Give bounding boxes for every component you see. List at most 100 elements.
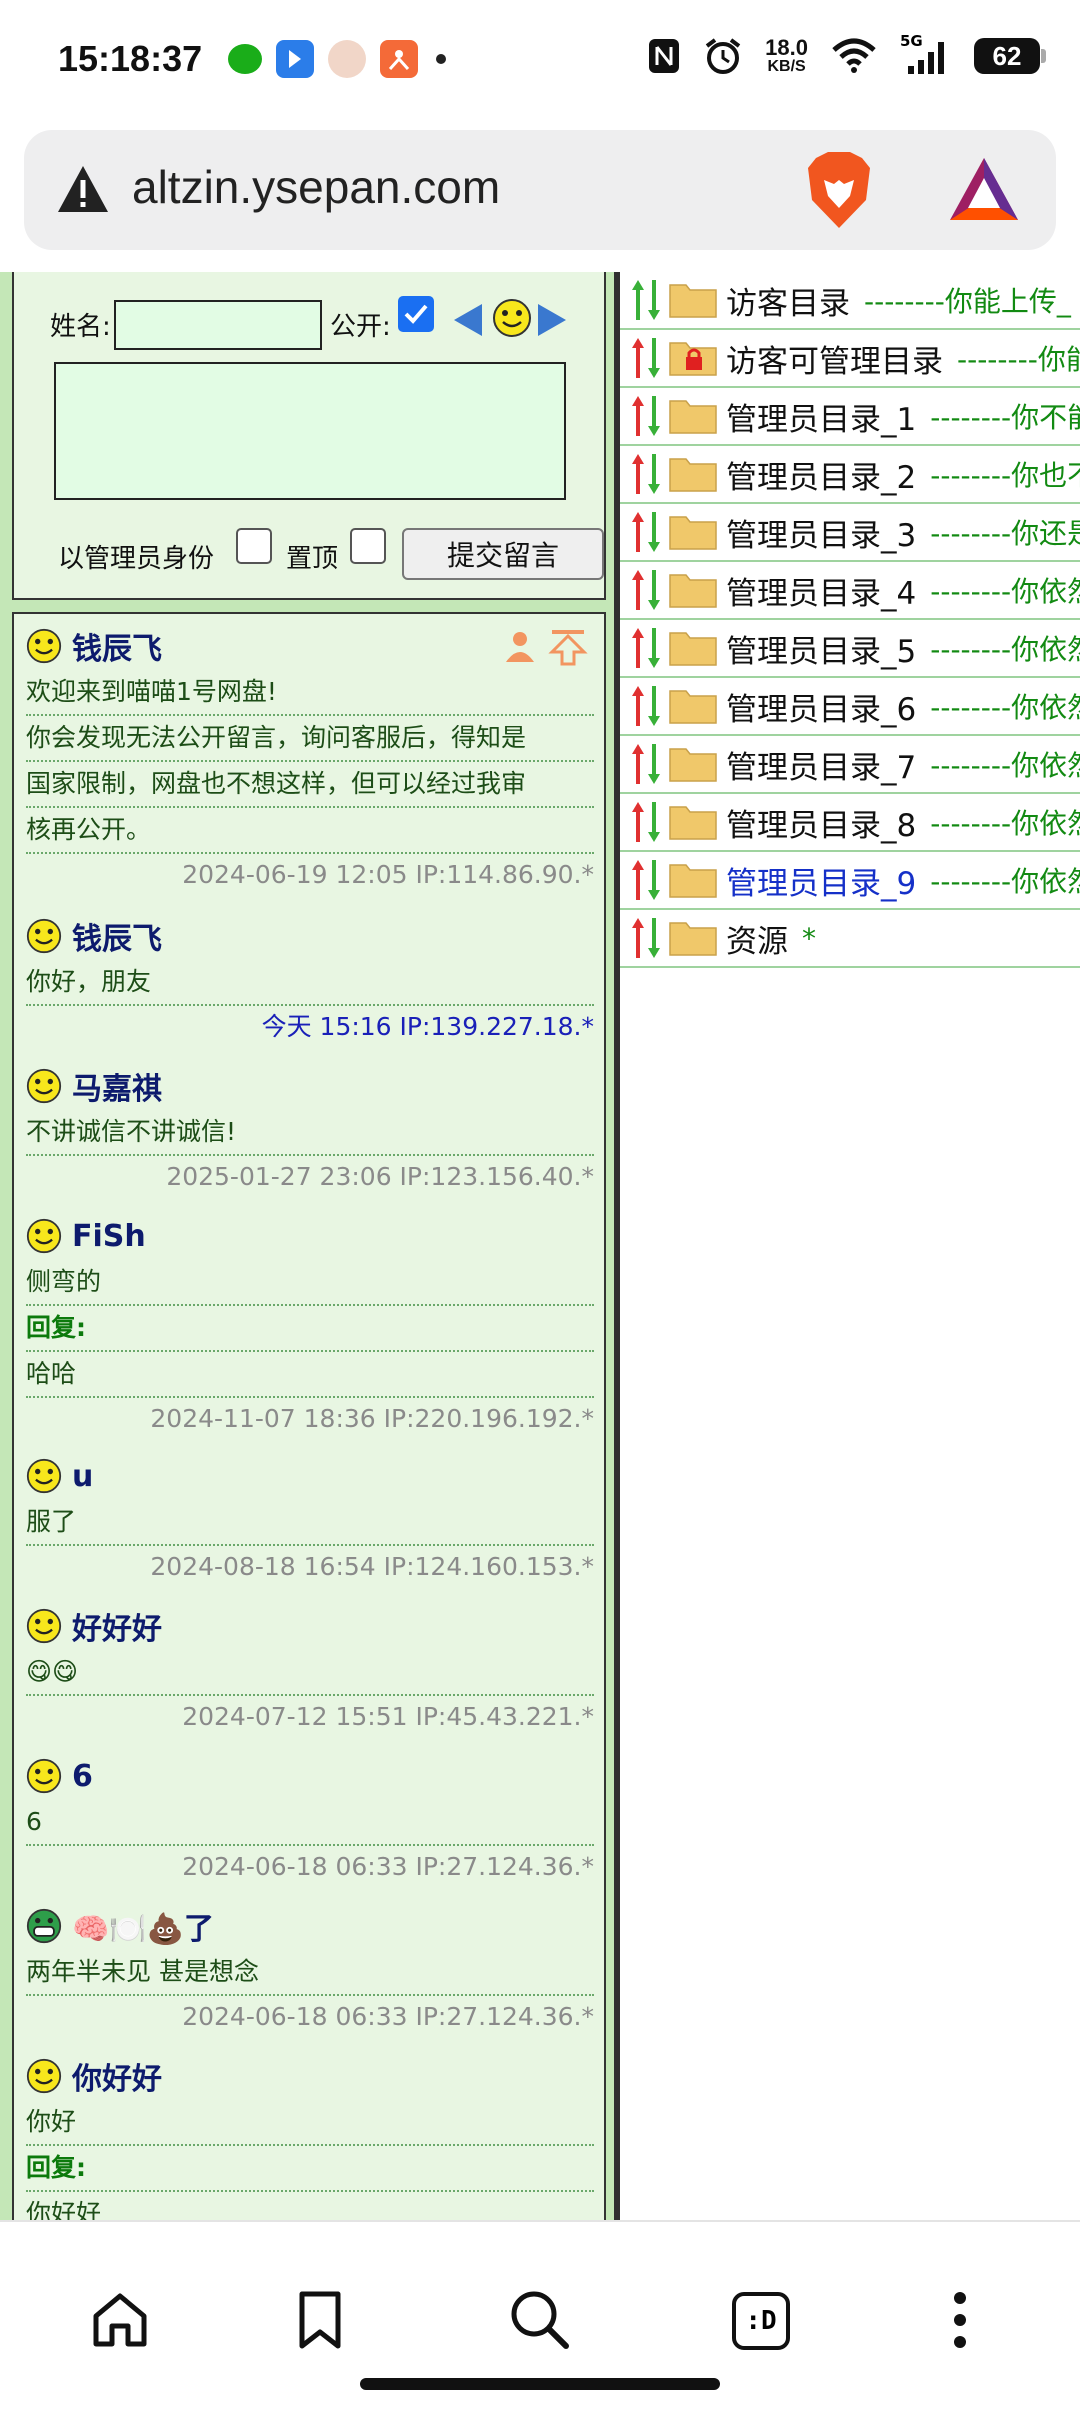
directory-name[interactable]: 访客可管理目录 [726, 336, 943, 381]
folder-icon [669, 806, 717, 840]
message-author: FiSh [72, 1218, 146, 1254]
pin-top-icon[interactable] [548, 628, 588, 666]
reply-text: 哈哈 [26, 1352, 594, 1398]
message-item: 好好好 😋😋 2024-07-12 15:51 IP:45.43.221.* [26, 1602, 594, 1738]
message-text: 侧弯的 [26, 1260, 594, 1306]
message-timestamp: 2024-11-07 18:36 IP:220.196.192.* [150, 1404, 594, 1433]
directory-desc: --------你能 [957, 343, 1080, 376]
web-content: 姓名: 公开: 以管理员身份 置顶 提交留言 钱辰飞 欢迎来到喵喵1号网盘! 你… [0, 272, 1080, 2220]
wechat-icon [228, 44, 262, 74]
message-text: 6 [26, 1800, 594, 1846]
message-list: 钱辰飞 欢迎来到喵喵1号网盘! 你会发现无法公开留言，询问客服后，得知是 国家限… [12, 612, 606, 2220]
smiley-avatar-icon [26, 1068, 62, 1104]
sort-arrows-icon[interactable] [626, 798, 666, 846]
public-checkbox[interactable] [398, 296, 434, 332]
tabs-button[interactable]: :D [732, 2292, 790, 2350]
address-bar[interactable]: altzin.ysepan.com [24, 130, 1056, 250]
folder-icon [669, 458, 717, 492]
sort-arrows-icon[interactable] [626, 392, 666, 440]
message-author: 马嘉祺 [72, 1072, 162, 1107]
directory-name[interactable]: 管理员目录_9 [726, 858, 916, 903]
directory-row[interactable]: 管理员目录_4 --------你依然 [620, 562, 1080, 620]
sort-arrows-icon[interactable] [626, 450, 666, 498]
message-textarea[interactable] [54, 362, 566, 500]
folder-icon [669, 748, 717, 782]
message-timestamp: 2024-07-12 15:51 IP:45.43.221.* [182, 1702, 594, 1731]
directory-desc: --------你依然 [930, 865, 1080, 898]
home-icon[interactable] [88, 2288, 152, 2352]
more-notifications-dot [436, 54, 446, 64]
directory-name[interactable]: 管理员目录_4 [726, 568, 916, 613]
sort-arrows-icon[interactable] [626, 566, 666, 614]
url-text[interactable]: altzin.ysepan.com [132, 160, 500, 214]
directory-name[interactable]: 访客目录 [726, 278, 850, 323]
directory-row[interactable]: 资源 * [620, 910, 1080, 968]
pin-checkbox[interactable] [350, 528, 386, 564]
home-indicator[interactable] [360, 2378, 720, 2390]
admin-checkbox[interactable] [236, 528, 272, 564]
next-emoji-icon[interactable] [538, 304, 566, 336]
smiley-avatar-icon [26, 628, 62, 664]
warning-icon[interactable] [56, 164, 110, 214]
directory-name[interactable]: 管理员目录_5 [726, 626, 916, 671]
directory-desc: --------你依然 [930, 633, 1080, 666]
sort-arrows-icon[interactable] [626, 914, 666, 962]
directory-row[interactable]: 管理员目录_5 --------你依然 [620, 620, 1080, 678]
directory-name[interactable]: 管理员目录_6 [726, 684, 916, 729]
message-item: 你好好 你好 回复: 你好好 [26, 2052, 594, 2220]
directory-name[interactable]: 资源 [726, 916, 788, 961]
folder-icon [669, 864, 717, 898]
directory-desc: --------你能上传_ [864, 285, 1071, 318]
directory-name[interactable]: 管理员目录_7 [726, 742, 916, 787]
directory-name[interactable]: 管理员目录_2 [726, 452, 916, 497]
message-author: 你好好 [72, 2062, 162, 2097]
sort-arrows-icon[interactable] [626, 334, 666, 382]
more-menu-icon[interactable] [932, 2288, 988, 2352]
directory-row[interactable]: 管理员目录_9 --------你依然 [620, 852, 1080, 910]
directory-name[interactable]: 管理员目录_3 [726, 510, 916, 555]
sort-arrows-icon[interactable] [626, 682, 666, 730]
directory-row[interactable]: 管理员目录_2 --------你也不 [620, 446, 1080, 504]
directory-name[interactable]: 管理员目录_1 [726, 394, 916, 439]
admin-user-icon[interactable] [502, 628, 538, 664]
search-icon[interactable] [508, 2288, 572, 2352]
smiley-avatar-icon [26, 1758, 62, 1794]
directory-row[interactable]: 管理员目录_3 --------你还是 [620, 504, 1080, 562]
smiley-picker-icon[interactable] [492, 298, 532, 338]
submit-message-button[interactable]: 提交留言 [402, 528, 604, 580]
message-item: 🧠🍽️💩了 两年半未见 甚是想念 2024-06-18 06:33 IP:27.… [26, 1902, 594, 2038]
message-text: 国家限制，网盘也不想这样，但可以经过我审 [26, 762, 594, 808]
directory-desc: --------你依然 [930, 807, 1080, 840]
sort-arrows-icon[interactable] [626, 276, 666, 324]
sort-arrows-icon[interactable] [626, 740, 666, 788]
prev-emoji-icon[interactable] [454, 304, 482, 336]
brave-lion-icon[interactable] [804, 150, 874, 230]
name-label: 姓名: [50, 312, 111, 342]
network-speed: 18.0 KB/S [765, 35, 808, 75]
message-author: u [72, 1458, 94, 1494]
sort-arrows-icon[interactable] [626, 508, 666, 556]
directory-row[interactable]: 管理员目录_1 --------你不能 [620, 388, 1080, 446]
message-author: 🧠🍽️💩了 [72, 1912, 215, 1947]
sort-arrows-icon[interactable] [626, 856, 666, 904]
status-right: 18.0 KB/S 5G 62 [647, 32, 1046, 76]
directory-row[interactable]: 管理员目录_7 --------你依然 [620, 736, 1080, 794]
directory-row[interactable]: 访客可管理目录 --------你能 [620, 330, 1080, 388]
message-timestamp: 2024-06-18 06:33 IP:27.124.36.* [182, 1852, 594, 1881]
directory-desc: * [802, 921, 816, 955]
name-input[interactable] [114, 300, 322, 350]
message-text: 你好，朋友 [26, 960, 594, 1006]
directory-row[interactable]: 访客目录 --------你能上传_ [620, 272, 1080, 330]
directory-row[interactable]: 管理员目录_8 --------你依然 [620, 794, 1080, 852]
directory-name[interactable]: 管理员目录_8 [726, 800, 916, 845]
bookmark-icon[interactable] [288, 2288, 352, 2352]
bat-rewards-icon[interactable] [946, 154, 1022, 224]
message-text: 你好 [26, 2100, 594, 2146]
message-text: 服了 [26, 1500, 594, 1546]
sort-arrows-icon[interactable] [626, 624, 666, 672]
directory-list: 访客目录 --------你能上传_ 访客可管理目录 --------你能 管理… [620, 272, 1080, 2220]
directory-row[interactable]: 管理员目录_6 --------你依然 [620, 678, 1080, 736]
nfc-icon [649, 39, 680, 73]
message-author: 钱辰飞 [72, 632, 162, 667]
app-arrow-icon [276, 40, 314, 78]
